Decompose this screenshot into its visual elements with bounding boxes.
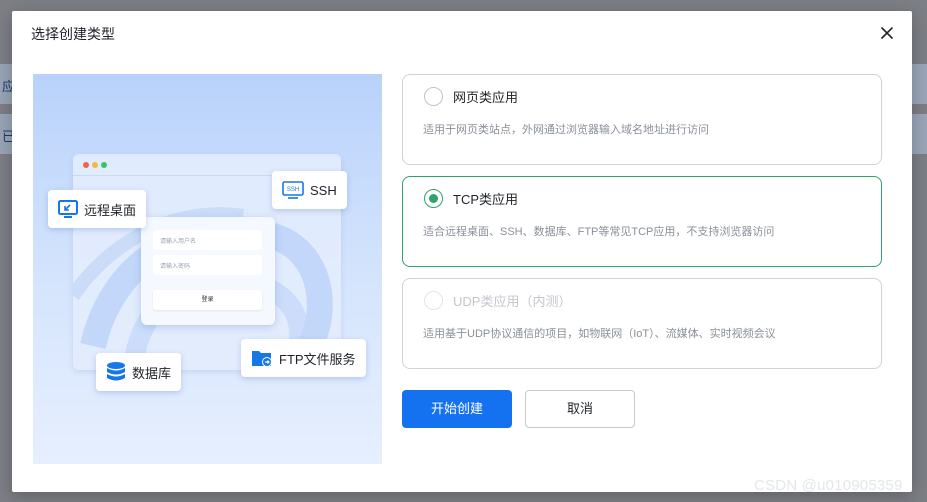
window-dot-green [101,162,107,168]
start-create-button[interactable]: 开始创建 [402,390,512,428]
ssh-label: SSH [310,182,337,198]
window-dot-yellow [92,162,98,168]
ssh-terminal-icon: SSH [282,181,304,199]
option-tcp-app-name: TCP类应用 [453,192,519,207]
option-udp-app: UDP类应用（内测） 适用基于UDP协议通信的项目，如物联网（IoT）、流媒体、… [402,278,882,369]
database-icon [107,362,125,381]
login-button-illustration: 登录 [153,290,262,310]
ssh-tag: SSH SSH [272,171,347,209]
login-card-illustration: 请输入用户名 请输入密码 登录 [141,217,275,325]
create-type-dialog: 选择创建类型 请输入用户名 请输入密码 登录 远程桌面 SSH SSH 数据库 … [12,11,912,492]
option-udp-app-desc: 适用基于UDP协议通信的项目，如物联网（IoT）、流媒体、实时视频会议 [423,328,776,340]
remote-desktop-icon [58,200,78,218]
option-tcp-app[interactable]: TCP类应用 适合远程桌面、SSH、数据库、FTP等常见TCP应用，不支持浏览器… [402,176,882,267]
remote-desktop-label: 远程桌面 [84,202,137,218]
ftp-label: FTP文件服务 [279,351,356,367]
option-web-app-desc: 适用于网页类站点，外网通过浏览器输入域名地址进行访问 [423,124,709,136]
cancel-button[interactable]: 取消 [525,390,635,428]
folder-upload-icon [252,351,272,367]
watermark: CSDN @u010905359 [754,477,903,494]
password-field: 请输入密码 [153,255,262,275]
option-udp-app-name: UDP类应用（内测） [453,294,572,309]
username-field: 请输入用户名 [153,230,262,250]
database-tag: 数据库 [96,353,182,391]
remote-desktop-tag: 远程桌面 [48,190,147,228]
dialog-title: 选择创建类型 [31,26,115,42]
window-dot-red [83,162,89,168]
radio-tcp-app[interactable] [424,189,443,208]
option-tcp-app-desc: 适合远程桌面、SSH、数据库、FTP等常见TCP应用，不支持浏览器访问 [423,226,775,238]
option-web-app[interactable]: 网页类应用 适用于网页类站点，外网通过浏览器输入域名地址进行访问 [402,74,882,165]
option-web-app-name: 网页类应用 [453,90,519,105]
radio-udp-app [424,291,443,310]
database-label: 数据库 [132,365,172,381]
ftp-tag: FTP文件服务 [241,339,366,377]
illustration-panel: 请输入用户名 请输入密码 登录 远程桌面 SSH SSH 数据库 FTP文件服务 [33,74,382,464]
ssh-icon-text: SSH [287,187,299,193]
radio-web-app[interactable] [424,87,443,106]
close-icon[interactable] [878,24,896,42]
